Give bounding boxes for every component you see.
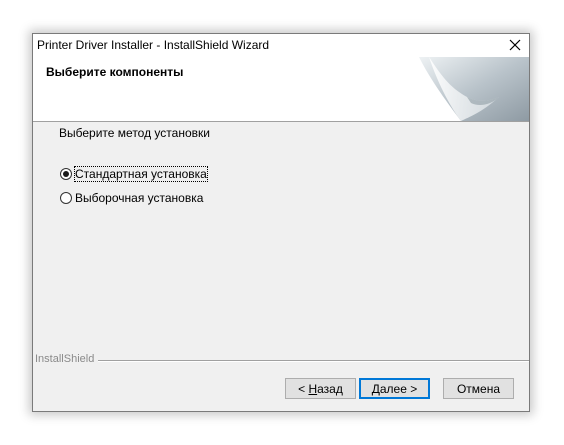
radio-standard-install[interactable]: Стандартная установка xyxy=(60,166,208,182)
footer-separator: InstallShield xyxy=(33,353,529,365)
back-button-accel: Н xyxy=(308,381,318,396)
back-button[interactable]: < Назад xyxy=(285,378,356,399)
close-button[interactable] xyxy=(501,34,529,57)
next-button-rest: алее > xyxy=(379,381,418,396)
window-title: Printer Driver Installer - InstallShield… xyxy=(37,38,270,52)
body-panel: Выберите метод установки Стандартная уст… xyxy=(33,122,529,358)
page-curl-graphic xyxy=(419,57,529,121)
page-title: Выберите компоненты xyxy=(46,65,184,79)
radio-checked-icon[interactable] xyxy=(60,168,72,180)
cancel-button-label: Отмена xyxy=(456,381,501,396)
radio-standard-label[interactable]: Стандартная установка xyxy=(74,166,208,182)
install-method-prompt: Выберите метод установки xyxy=(59,126,210,140)
back-button-prefix: < xyxy=(298,381,309,396)
next-button[interactable]: Далее > xyxy=(359,378,430,399)
next-button-accel: Д xyxy=(371,381,380,396)
back-button-rest: азад xyxy=(317,381,343,396)
cancel-button[interactable]: Отмена xyxy=(443,378,514,399)
radio-custom-label[interactable]: Выборочная установка xyxy=(75,191,203,205)
title-bar: Printer Driver Installer - InstallShield… xyxy=(33,34,529,57)
radio-custom-install[interactable]: Выборочная установка xyxy=(60,190,203,206)
installer-window: Printer Driver Installer - InstallShield… xyxy=(32,33,530,412)
close-icon xyxy=(509,39,521,51)
header-panel: Выберите компоненты xyxy=(33,57,529,122)
installshield-brand: InstallShield xyxy=(35,353,99,365)
separator-rule xyxy=(95,360,529,362)
radio-unchecked-icon[interactable] xyxy=(60,192,72,204)
